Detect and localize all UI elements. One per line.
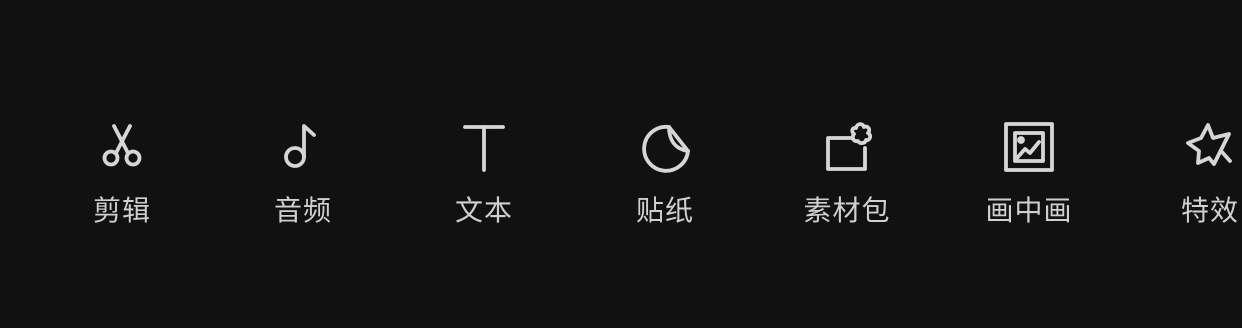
tool-sticker-label: 贴纸 xyxy=(635,194,694,227)
tool-text-button[interactable]: 文本 xyxy=(424,110,544,236)
tool-audio-button[interactable]: 音频 xyxy=(243,110,363,236)
tool-picture-in-picture-label: 画中画 xyxy=(985,194,1073,227)
tool-effects-label: 特效 xyxy=(1180,194,1239,227)
tool-effects-button[interactable]: 特效 xyxy=(1150,110,1242,236)
tool-material-pack-button[interactable]: 素材包 xyxy=(787,110,907,236)
effects-star-icon xyxy=(1180,118,1240,178)
tool-audio-label: 音频 xyxy=(273,194,332,227)
bottom-toolbar: 剪辑 音频 文本 贴纸 素材包 画中画 特效 xyxy=(0,0,1242,328)
tool-edit-label: 剪辑 xyxy=(92,194,151,227)
picture-in-picture-icon xyxy=(999,118,1059,178)
sticker-icon xyxy=(635,118,695,178)
tool-picture-in-picture-button[interactable]: 画中画 xyxy=(969,110,1089,236)
text-icon xyxy=(454,118,514,178)
tool-edit-button[interactable]: 剪辑 xyxy=(62,110,182,236)
material-pack-icon xyxy=(817,118,877,178)
tool-text-label: 文本 xyxy=(454,194,513,227)
tool-sticker-button[interactable]: 贴纸 xyxy=(605,110,725,236)
tool-material-pack-label: 素材包 xyxy=(803,194,891,227)
music-note-icon xyxy=(273,118,333,178)
scissors-icon xyxy=(92,118,152,178)
